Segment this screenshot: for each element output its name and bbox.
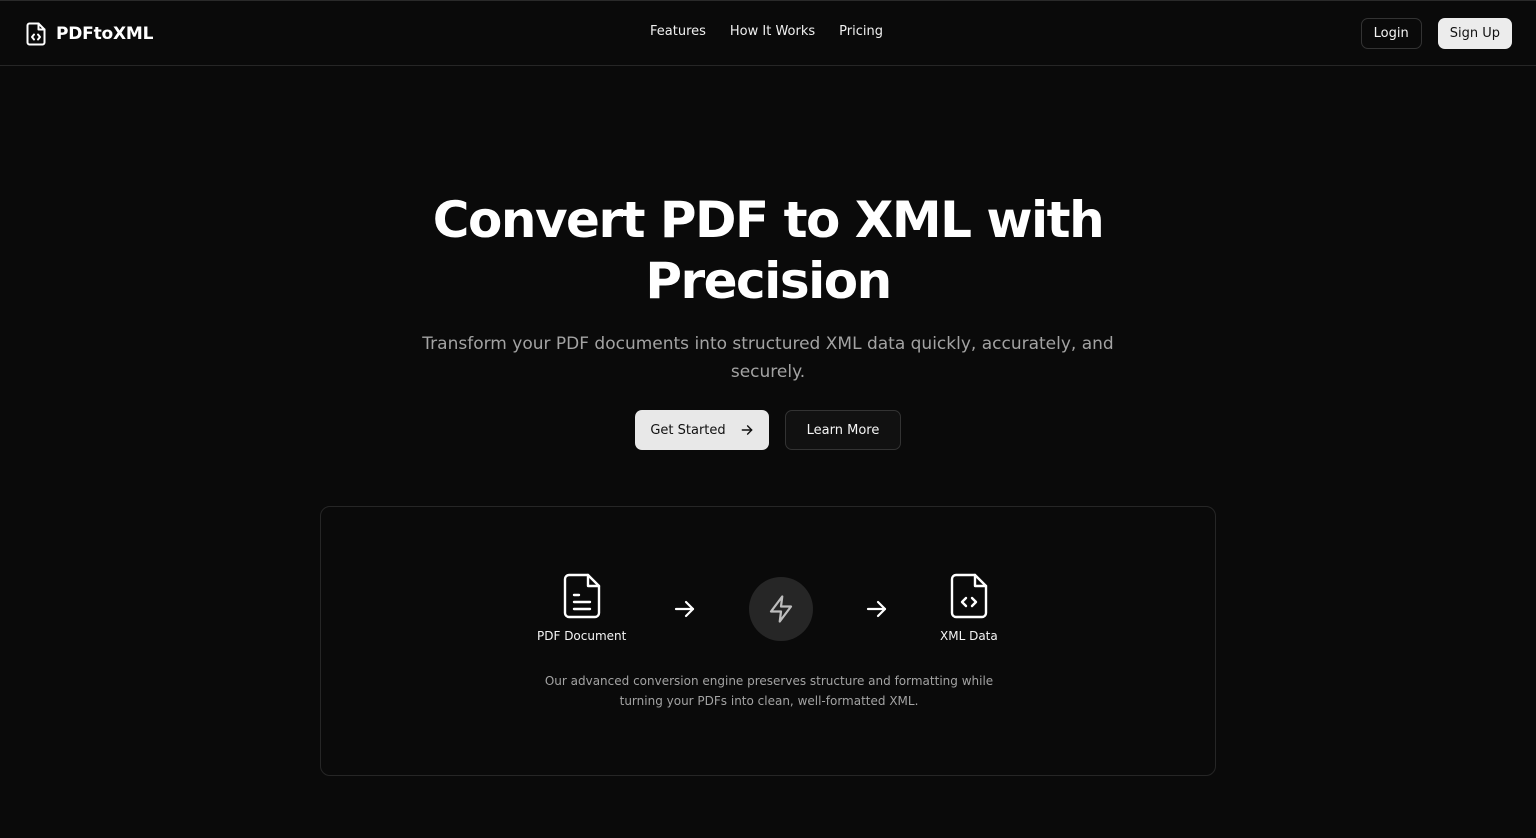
file-code-icon xyxy=(950,573,988,619)
hero-cta-group: Get Started Learn More xyxy=(635,410,901,450)
get-started-button[interactable]: Get Started xyxy=(635,410,769,450)
pdf-document-step: PDF Document xyxy=(537,573,626,643)
arrow-right-icon xyxy=(674,600,695,618)
conversion-flow-card: PDF Document XML Data Our advanced conve… xyxy=(320,506,1216,776)
hero-subtitle: Transform your PDF documents into struct… xyxy=(422,334,1114,382)
get-started-label: Get Started xyxy=(650,422,726,438)
signup-button[interactable]: Sign Up xyxy=(1437,18,1512,49)
brand-logo-link[interactable]: PDFtoXML xyxy=(26,21,153,47)
nav-link-features[interactable]: Features xyxy=(650,24,706,44)
main-nav: Features How It Works Pricing xyxy=(650,24,883,44)
auth-actions: Login Sign Up xyxy=(1360,18,1512,49)
hero-title-line-2: Precision xyxy=(645,252,892,310)
top-nav-bar: PDFtoXML Features How It Works Pricing L… xyxy=(0,0,1536,66)
nav-link-pricing[interactable]: Pricing xyxy=(839,24,883,44)
nav-link-how-it-works[interactable]: How It Works xyxy=(730,24,815,44)
conversion-description: Our advanced conversion engine preserves… xyxy=(544,674,994,708)
arrow-right-icon xyxy=(866,600,887,618)
pdf-document-label: PDF Document xyxy=(537,629,627,643)
hero-title-line-1: Convert PDF to XML with xyxy=(432,191,1105,249)
brand-name: PDFtoXML xyxy=(56,24,154,44)
zap-icon xyxy=(769,595,793,623)
arrow-right-icon xyxy=(741,425,753,435)
xml-data-step: XML Data xyxy=(940,573,998,643)
file-text-icon xyxy=(563,573,600,619)
conversion-engine-badge xyxy=(749,577,813,641)
xml-data-label: XML Data xyxy=(940,629,998,643)
hero-title: Convert PDF to XML with Precision xyxy=(368,190,1168,312)
login-button[interactable]: Login xyxy=(1360,18,1422,49)
file-code-icon xyxy=(26,22,46,46)
learn-more-button[interactable]: Learn More xyxy=(785,410,901,450)
